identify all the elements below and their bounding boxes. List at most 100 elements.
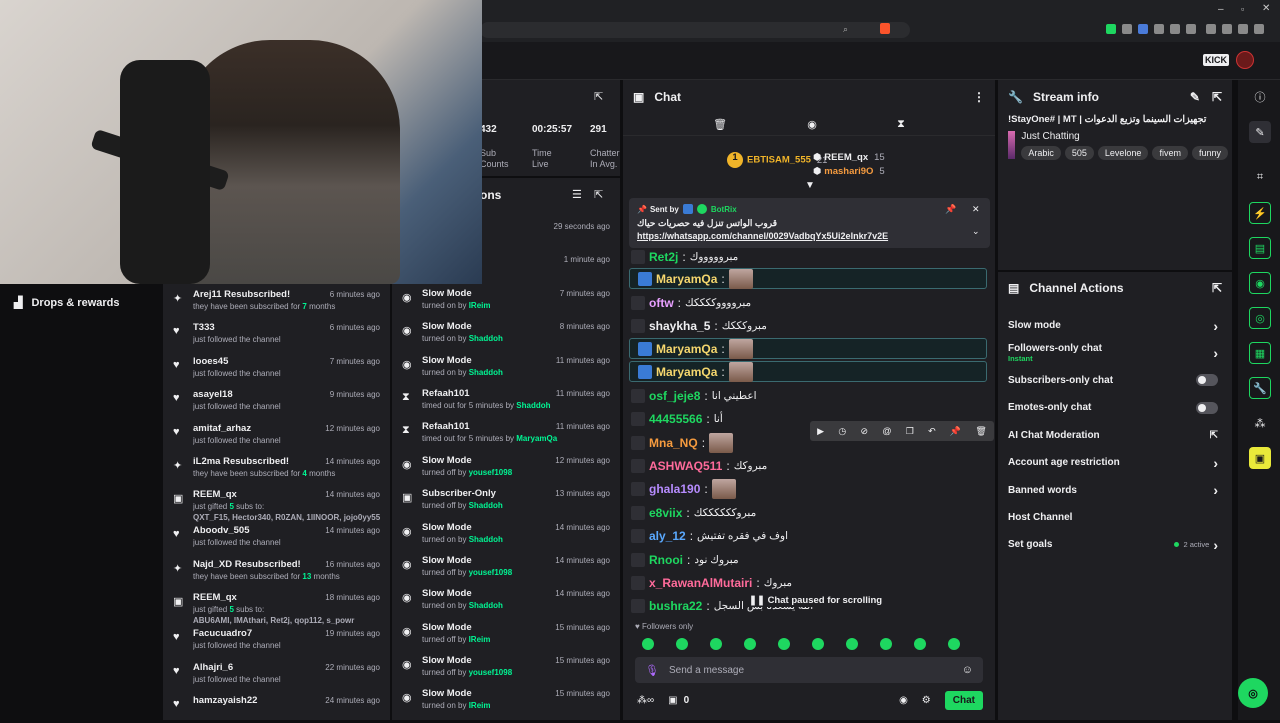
- chat-message[interactable]: osf_jeje8: اعطيني انا: [623, 384, 995, 407]
- chevron-right-icon[interactable]: ›: [1213, 482, 1218, 498]
- extension-icon[interactable]: [1106, 24, 1116, 34]
- brave-shield-icon[interactable]: [880, 23, 890, 34]
- moderator-name[interactable]: MaryamQa: [516, 434, 557, 443]
- avatar[interactable]: [1236, 51, 1254, 69]
- more-options-icon[interactable]: ⋮: [973, 90, 985, 104]
- undo-icon[interactable]: ↶: [928, 426, 936, 437]
- collapse-icon[interactable]: ▼: [805, 180, 815, 191]
- popout-icon[interactable]: ⇱: [594, 188, 603, 201]
- cookie-icon[interactable]: ⁂: [1249, 412, 1271, 434]
- external-link-icon[interactable]: ⇱: [1210, 430, 1218, 441]
- moderator-name[interactable]: Shaddoh: [469, 368, 503, 377]
- focus-icon[interactable]: ⌗: [1249, 166, 1271, 188]
- popout-icon[interactable]: ⇱: [1212, 281, 1222, 295]
- popout-icon[interactable]: ⇱: [594, 90, 603, 103]
- moderator-name[interactable]: Shaddoh: [469, 535, 503, 544]
- chat-username[interactable]: aly_12: [649, 529, 686, 543]
- moderator-name[interactable]: Shaddoh: [469, 334, 503, 343]
- lightning-icon[interactable]: ⚡: [1249, 202, 1271, 224]
- close-icon[interactable]: ✕: [1262, 3, 1270, 14]
- extension-icon[interactable]: [1154, 24, 1164, 34]
- chat-message[interactable]: ASHWAQ511: مبروكك: [623, 454, 995, 477]
- clock-icon[interactable]: ◷: [838, 426, 846, 437]
- moderator-name[interactable]: yousef1098: [469, 568, 513, 577]
- clapper-icon[interactable]: ▣: [1249, 447, 1271, 469]
- chevron-down-icon[interactable]: ⌄: [972, 226, 980, 237]
- channel-action-row[interactable]: Slow mode ›: [998, 312, 1232, 339]
- moderator-name[interactable]: Shaddoh: [516, 401, 550, 410]
- chat-paused-banner[interactable]: ❚❚ Chat paused for scrolling: [743, 594, 889, 607]
- chat-username[interactable]: osf_jeje8: [649, 389, 700, 403]
- broadcast-icon[interactable]: ◎: [1249, 307, 1271, 329]
- chat-settings-icon[interactable]: ◉: [807, 118, 817, 131]
- unpin-icon[interactable]: 📌: [945, 204, 956, 215]
- chat-username[interactable]: MaryamQa: [656, 342, 717, 356]
- moderator-name[interactable]: IReim: [469, 635, 491, 644]
- infinity-icon[interactable]: ⁂∞: [637, 695, 654, 706]
- tag-chip[interactable]: 505: [1064, 146, 1094, 160]
- channel-action-row[interactable]: Set goals 2 active ›: [998, 531, 1232, 558]
- moderator-name[interactable]: Shaddoh: [469, 601, 503, 610]
- moderator-name[interactable]: IReim: [469, 701, 491, 710]
- extension-icon[interactable]: [1206, 24, 1216, 34]
- chat-username[interactable]: x_RawanAlMutairi: [649, 576, 752, 590]
- channel-action-row[interactable]: Followers-only chat Instant ›: [998, 339, 1232, 366]
- channel-action-row[interactable]: Emotes-only chat: [998, 394, 1232, 421]
- tag-chip[interactable]: fivem: [1152, 146, 1188, 160]
- chat-message[interactable]: shaykha_5: مبروكككك: [623, 315, 995, 338]
- gear-icon[interactable]: ⚙: [922, 695, 931, 706]
- emote-bar[interactable]: [631, 638, 991, 652]
- pinned-link[interactable]: https://whatsapp.com/channel/0029VadbqYx…: [637, 231, 982, 241]
- ban-icon[interactable]: ⊘: [860, 426, 868, 437]
- channel-action-row[interactable]: Host Channel: [998, 504, 1232, 531]
- layout-icon[interactable]: ▦: [1249, 342, 1271, 364]
- zoom-icon[interactable]: ⌕: [843, 24, 848, 35]
- tag-chip[interactable]: Arabic: [1021, 146, 1061, 160]
- channel-action-row[interactable]: AI Chat Moderation ⇱: [998, 422, 1232, 449]
- chevron-right-icon[interactable]: ›: [1213, 318, 1218, 334]
- chat-message[interactable]: ghala190:: [623, 478, 995, 501]
- moderator-name[interactable]: IReim: [469, 301, 491, 310]
- tag-chip[interactable]: Levelone: [1097, 146, 1149, 160]
- chat-message[interactable]: MaryamQa:: [629, 268, 987, 290]
- chat-username[interactable]: bushra22: [649, 599, 702, 613]
- microphone-icon[interactable]: 🎙: [645, 664, 659, 677]
- chat-message[interactable]: MaryamQa:: [629, 361, 987, 383]
- chat-username[interactable]: Rnooi: [649, 553, 683, 567]
- extension-icon[interactable]: [1138, 24, 1148, 34]
- chat-message[interactable]: e8viix: مبروككككككك: [623, 501, 995, 524]
- toggle-switch[interactable]: [1196, 374, 1218, 387]
- leaderboard-entry[interactable]: ⬢ mashari9O 5: [813, 166, 885, 177]
- chat-username[interactable]: ASHWAQ511: [649, 459, 722, 473]
- moderator-name[interactable]: yousef1098: [469, 468, 513, 477]
- chat-username[interactable]: shaykha_5: [649, 319, 710, 333]
- extension-icon[interactable]: [1222, 24, 1232, 34]
- leaderboard-entry[interactable]: ⬢ REEM_qx 15: [813, 152, 885, 163]
- moderator-name[interactable]: Shaddoh: [469, 501, 503, 510]
- extension-icon[interactable]: [1254, 24, 1264, 34]
- chat-message[interactable]: oftw: مبرووووككككك: [623, 291, 995, 314]
- chat-username[interactable]: e8viix: [649, 506, 682, 520]
- info-icon[interactable]: ⓘ: [1249, 86, 1271, 108]
- chat-username[interactable]: ghala190: [649, 482, 700, 496]
- toggle-switch[interactable]: [1196, 401, 1218, 414]
- category-name[interactable]: Just Chatting: [1021, 131, 1232, 142]
- chat-message[interactable]: Rnooi: مبروك نود: [623, 548, 995, 571]
- channel-action-row[interactable]: Banned words ›: [998, 476, 1232, 503]
- chat-username[interactable]: Ret2j: [649, 250, 678, 264]
- pin-icon[interactable]: 📌: [950, 426, 961, 437]
- chat-username[interactable]: MaryamQa: [656, 365, 717, 379]
- chat-bubble-icon[interactable]: ◉: [899, 695, 908, 706]
- chevron-right-icon[interactable]: ›: [1213, 345, 1218, 361]
- tag-chip[interactable]: funny: [1191, 146, 1228, 160]
- close-icon[interactable]: ✕: [972, 204, 980, 215]
- channel-action-row[interactable]: Account age restriction ›: [998, 449, 1232, 476]
- extension-icon[interactable]: [1122, 24, 1132, 34]
- gift-icon[interactable]: ▣: [668, 695, 677, 706]
- moderator-name[interactable]: yousef1098: [469, 668, 513, 677]
- delete-icon[interactable]: 🗑: [975, 426, 986, 437]
- extension-icon[interactable]: [1170, 24, 1180, 34]
- extension-icon[interactable]: [1186, 24, 1196, 34]
- edit-icon[interactable]: ✎: [1249, 121, 1271, 143]
- maximize-icon[interactable]: ▫: [1241, 4, 1244, 14]
